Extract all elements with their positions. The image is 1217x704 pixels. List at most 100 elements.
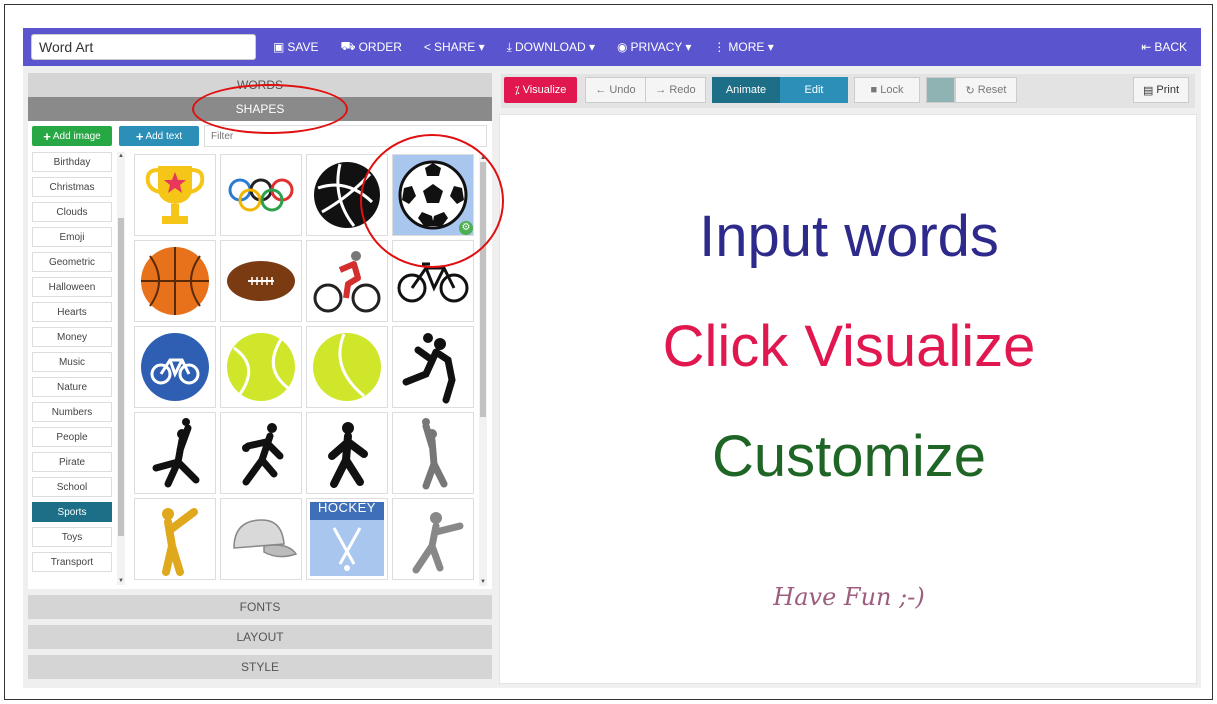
refresh-icon: ↻ xyxy=(965,84,975,97)
category-geometric[interactable]: Geometric xyxy=(32,252,112,272)
arrow-right-icon: → xyxy=(655,84,667,96)
shape-basketball-player-5[interactable] xyxy=(392,412,474,494)
shape-basketball-player-2[interactable] xyxy=(134,412,216,494)
grid-scroll-thumb[interactable] xyxy=(480,162,486,417)
category-toys[interactable]: Toys xyxy=(32,527,112,547)
shape-olympic-rings[interactable] xyxy=(220,154,302,236)
category-nature[interactable]: Nature xyxy=(32,377,112,397)
add-image-label: Add image xyxy=(52,130,101,142)
category-music[interactable]: Music xyxy=(32,352,112,372)
baseball-cap-icon xyxy=(233,519,298,558)
save-button[interactable]: ▣ SAVE xyxy=(273,40,318,54)
shape-tennis-ball-2[interactable] xyxy=(306,326,388,408)
scroll-down-icon[interactable]: ▼ xyxy=(117,577,125,585)
add-text-button[interactable]: + Add text xyxy=(119,126,199,146)
style-tab[interactable]: STYLE xyxy=(28,655,492,679)
shape-grid-scrollbar[interactable]: ▲ ▼ xyxy=(479,154,487,586)
share-icon: < xyxy=(423,40,431,54)
title-input[interactable] xyxy=(31,34,256,60)
category-money[interactable]: Money xyxy=(32,327,112,347)
shape-hockey[interactable]: HOCKEY xyxy=(306,498,388,580)
scroll-up-icon[interactable]: ▲ xyxy=(479,154,487,162)
shape-cyclist[interactable] xyxy=(306,240,388,322)
category-transport[interactable]: Transport xyxy=(32,552,112,572)
visualize-label: Visualize xyxy=(522,84,567,96)
shape-bicycle[interactable] xyxy=(392,240,474,322)
undo-button[interactable]: ← Undo xyxy=(585,77,646,103)
more-icon: ⋮ xyxy=(713,40,726,54)
download-button[interactable]: ⤓ DOWNLOAD ▾ xyxy=(507,40,595,55)
fonts-tab[interactable]: FONTS xyxy=(28,595,492,619)
category-pirate[interactable]: Pirate xyxy=(32,452,112,472)
category-numbers[interactable]: Numbers xyxy=(32,402,112,422)
word-art-app: ▣ SAVE ⛟ ORDER < SHARE ▾ ⤓ DOWNLOAD ▾ ◉ … xyxy=(23,28,1201,688)
cricket-player-icon xyxy=(162,508,198,576)
printer-icon: ▤ xyxy=(1142,84,1154,97)
category-hearts[interactable]: Hearts xyxy=(32,302,112,322)
more-button[interactable]: ⋮ MORE ▾ xyxy=(713,40,773,54)
category-scrollbar[interactable]: ▲ ▼ xyxy=(117,152,125,585)
redo-button[interactable]: → Redo xyxy=(645,77,706,103)
words-tab[interactable]: WORDS xyxy=(28,73,492,97)
redo-label: Redo xyxy=(669,84,696,96)
shape-trophy[interactable] xyxy=(134,154,216,236)
tennis-ball-icon xyxy=(313,333,381,401)
animate-button[interactable]: Animate xyxy=(712,77,780,103)
undo-label: Undo xyxy=(609,84,636,96)
shape-volleyball[interactable] xyxy=(306,154,388,236)
shape-basketball-player-4[interactable] xyxy=(306,412,388,494)
color-swatch-button[interactable] xyxy=(926,77,955,103)
privacy-label: PRIVACY ▾ xyxy=(630,40,692,54)
category-people[interactable]: People xyxy=(32,427,112,447)
lock-button[interactable]: ■ Lock xyxy=(854,77,920,103)
shape-basketball[interactable] xyxy=(134,240,216,322)
shape-baseball-player[interactable] xyxy=(392,498,474,580)
trophy-icon xyxy=(145,166,205,224)
shape-basketball-player-3[interactable] xyxy=(220,412,302,494)
privacy-button[interactable]: ◉ PRIVACY ▾ xyxy=(617,40,691,54)
player-silhouette-icon xyxy=(152,418,200,488)
save-icon: ▣ xyxy=(273,40,285,54)
print-button[interactable]: ▤ Print xyxy=(1133,77,1189,103)
visualize-button[interactable]: ⁒ Visualize xyxy=(504,77,577,103)
back-arrow-icon: ⇤ xyxy=(1141,40,1152,54)
word-art-canvas[interactable]: Input words Click Visualize Customize Ha… xyxy=(499,114,1197,684)
edit-button[interactable]: Edit xyxy=(780,77,848,103)
more-label: MORE ▾ xyxy=(728,40,774,54)
category-clouds[interactable]: Clouds xyxy=(32,202,112,222)
category-emoji[interactable]: Emoji xyxy=(32,227,112,247)
player-silhouette-icon xyxy=(422,418,448,490)
category-scroll-thumb[interactable] xyxy=(118,218,124,536)
shape-soccer-ball[interactable]: ⚙ xyxy=(392,154,474,236)
shape-tennis-ball-1[interactable] xyxy=(220,326,302,408)
bicycle-icon xyxy=(397,262,469,303)
scroll-down-icon[interactable]: ▼ xyxy=(479,578,487,586)
shape-baseball-cap[interactable] xyxy=(220,498,302,580)
category-sports[interactable]: Sports xyxy=(32,502,112,522)
baseball-player-icon xyxy=(412,512,464,574)
category-christmas[interactable]: Christmas xyxy=(32,177,112,197)
share-button[interactable]: < SHARE ▾ xyxy=(424,40,485,54)
add-image-button[interactable]: + Add image xyxy=(32,126,112,146)
back-button[interactable]: ⇤ BACK xyxy=(1141,40,1187,54)
shapes-tab[interactable]: SHAPES xyxy=(28,97,492,121)
category-birthday[interactable]: Birthday xyxy=(32,152,112,172)
arrow-left-icon: ← xyxy=(595,84,607,96)
shape-football[interactable] xyxy=(220,240,302,322)
order-button[interactable]: ⛟ ORDER xyxy=(340,39,401,55)
olympic-rings-icon xyxy=(228,178,294,212)
shape-bike-sign[interactable] xyxy=(134,326,216,408)
layout-tab[interactable]: LAYOUT xyxy=(28,625,492,649)
gear-icon[interactable]: ⚙ xyxy=(459,221,473,235)
shape-cricket-player[interactable] xyxy=(134,498,216,580)
tennis-ball-icon xyxy=(227,333,295,401)
left-panel: WORDS SHAPES + Add image + Add text Birt… xyxy=(28,73,492,683)
scroll-up-icon[interactable]: ▲ xyxy=(117,152,125,160)
category-halloween[interactable]: Halloween xyxy=(32,277,112,297)
shape-basketball-player-1[interactable] xyxy=(392,326,474,408)
category-school[interactable]: School xyxy=(32,477,112,497)
filter-input[interactable] xyxy=(204,125,487,147)
player-silhouette-icon xyxy=(402,333,456,404)
lock-label: Lock xyxy=(880,84,904,96)
reset-button[interactable]: ↻ Reset xyxy=(955,77,1017,103)
